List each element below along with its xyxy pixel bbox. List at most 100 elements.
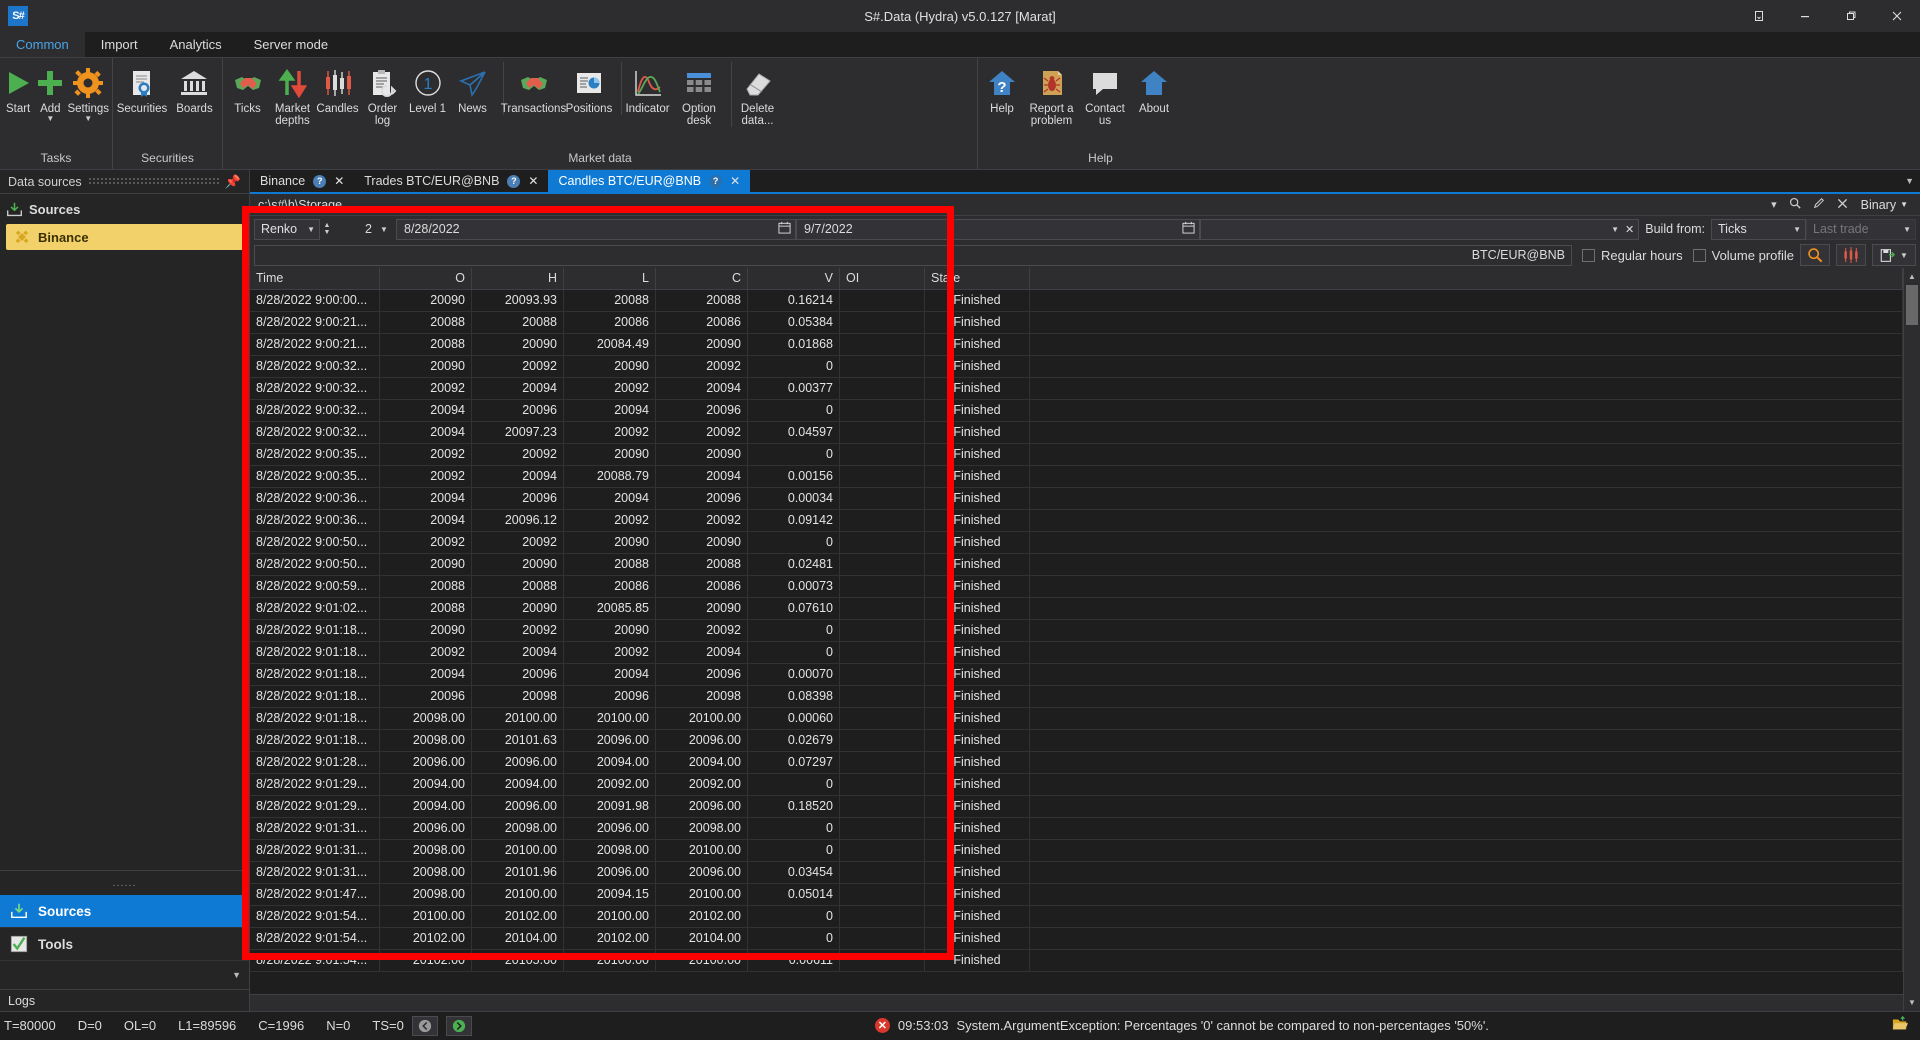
build-field-select[interactable]: Last trade ▼ — [1806, 219, 1916, 240]
next-button[interactable] — [446, 1016, 472, 1036]
ribbon-button-help[interactable]: ? Help — [980, 62, 1024, 115]
ribbon-button-delete-data[interactable]: Delete data... — [731, 62, 783, 127]
maximize-button[interactable] — [1828, 0, 1874, 32]
close-button[interactable] — [1874, 0, 1920, 32]
panel-splitter[interactable]: ...... — [0, 870, 249, 895]
column-header-low[interactable]: L — [564, 268, 656, 289]
table-row[interactable]: 8/28/2022 9:00:59...20088200882008620086… — [250, 576, 1903, 598]
table-row[interactable]: 8/28/2022 9:00:35...20092200922009020090… — [250, 444, 1903, 466]
build-from-select[interactable]: Ticks ▼ — [1711, 219, 1806, 240]
calendar-icon[interactable] — [1182, 221, 1195, 237]
ribbon-button-securities[interactable]: Securities — [115, 62, 169, 115]
table-row[interactable]: 8/28/2022 9:00:32...20094200962009420096… — [250, 400, 1903, 422]
ribbon-button-news[interactable]: News — [450, 62, 495, 115]
scroll-down-icon[interactable]: ▼ — [1904, 994, 1920, 1011]
horizontal-scrollbar[interactable] — [250, 994, 1903, 1011]
show-candles-button[interactable] — [1836, 244, 1866, 266]
ribbon-button-level-1[interactable]: 1 Level 1 — [405, 62, 450, 115]
scrollbar-track[interactable] — [1904, 285, 1920, 994]
ribbon-button-contact-us[interactable]: Contact us — [1079, 62, 1131, 127]
security-select[interactable]: ▼ ✕ — [1200, 219, 1639, 240]
close-icon[interactable]: ✕ — [528, 174, 538, 188]
column-header-high[interactable]: H — [472, 268, 564, 289]
table-row[interactable]: 8/28/2022 9:01:18...20090200922009020092… — [250, 620, 1903, 642]
table-row[interactable]: 8/28/2022 9:01:18...20098.0020100.002010… — [250, 708, 1903, 730]
search-icon[interactable] — [1786, 197, 1804, 212]
table-row[interactable]: 8/28/2022 9:01:47...20098.0020100.002009… — [250, 884, 1903, 906]
chevron-down-icon[interactable]: ▼ — [1900, 251, 1908, 260]
table-row[interactable]: 8/28/2022 9:00:00...2009020093.932008820… — [250, 290, 1903, 312]
calendar-icon[interactable] — [778, 221, 791, 237]
volume-profile-checkbox[interactable] — [1693, 249, 1706, 262]
table-row[interactable]: 8/28/2022 9:01:54...20102.0020104.002010… — [250, 928, 1903, 950]
table-row[interactable]: 8/28/2022 9:00:36...2009420096.122009220… — [250, 510, 1903, 532]
open-logs-button[interactable] — [1892, 1016, 1920, 1035]
close-icon[interactable] — [1834, 198, 1851, 212]
storage-path-value[interactable]: c:\s#\h\Storage — [258, 198, 342, 212]
tree-root-sources[interactable]: Sources — [0, 198, 249, 221]
ribbon-button-positions[interactable]: Positions — [563, 62, 615, 115]
pin-icon[interactable]: 📌 — [225, 174, 241, 190]
table-row[interactable]: 8/28/2022 9:01:31...20096.0020098.002009… — [250, 818, 1903, 840]
close-icon[interactable]: ✕ — [730, 174, 740, 188]
column-header-volume[interactable]: V — [748, 268, 840, 289]
minimize-button[interactable] — [1782, 0, 1828, 32]
table-row[interactable]: 8/28/2022 9:00:32...20092200942009220094… — [250, 378, 1903, 400]
ribbon-tab-import[interactable]: Import — [85, 33, 154, 57]
help-icon[interactable]: ? — [507, 175, 520, 188]
table-row[interactable]: 8/28/2022 9:01:29...20094.0020096.002009… — [250, 796, 1903, 818]
date-from-field[interactable]: 8/28/2022 — [396, 219, 796, 240]
document-tab-candles[interactable]: Candles BTC/EUR@BNB ? ✕ — [548, 170, 750, 192]
ribbon-button-ticks[interactable]: Ticks — [225, 62, 270, 115]
table-row[interactable]: 8/28/2022 9:01:28...20096.0020096.002009… — [250, 752, 1903, 774]
table-row[interactable]: 8/28/2022 9:00:36...20094200962009420096… — [250, 488, 1903, 510]
ribbon-button-transactions[interactable]: Transactions — [503, 62, 563, 115]
regular-hours-checkbox[interactable] — [1582, 249, 1595, 262]
close-icon[interactable]: ✕ — [334, 174, 344, 188]
clear-security-icon[interactable]: ✕ — [1625, 223, 1634, 236]
column-header-close[interactable]: C — [656, 268, 748, 289]
column-header-oi[interactable]: OI — [840, 268, 925, 289]
table-row[interactable]: 8/28/2022 9:00:50...20092200922009020090… — [250, 532, 1903, 554]
table-row[interactable]: 8/28/2022 9:01:54...20100.0020102.002010… — [250, 906, 1903, 928]
stepper-up-icon[interactable]: ▲ — [324, 222, 331, 229]
ribbon-button-add[interactable]: Add ▼ — [34, 62, 66, 122]
prev-button[interactable] — [412, 1016, 438, 1036]
ribbon-button-order-log[interactable]: Order log — [360, 62, 405, 127]
chevron-down-icon[interactable]: ▾ — [1768, 198, 1780, 211]
document-tab-binance[interactable]: Binance ? ✕ — [250, 170, 354, 192]
ribbon-button-settings[interactable]: Settings ▼ — [66, 62, 110, 122]
table-row[interactable]: 8/28/2022 9:01:18...20094200962009420096… — [250, 664, 1903, 686]
table-row[interactable]: 8/28/2022 9:01:18...20098.0020101.632009… — [250, 730, 1903, 752]
ribbon-button-start[interactable]: Start — [2, 62, 34, 115]
column-header-time[interactable]: Time — [250, 268, 380, 289]
ribbon-button-boards[interactable]: Boards — [169, 62, 220, 115]
ribbon-button-indicator[interactable]: Indicator — [621, 62, 673, 115]
nav-item-sources[interactable]: Sources — [0, 895, 249, 928]
vertical-scrollbar[interactable]: ▲ ▼ — [1903, 268, 1920, 1011]
candle-arg-unit-select[interactable]: ▼ — [374, 219, 396, 240]
document-tab-trades[interactable]: Trades BTC/EUR@BNB ? ✕ — [354, 170, 548, 192]
chevron-down-icon[interactable]: ▼ — [46, 115, 54, 122]
table-row[interactable]: 8/28/2022 9:01:02...200882009020085.8520… — [250, 598, 1903, 620]
storage-format-select[interactable]: Binary ▼ — [1857, 198, 1912, 212]
scrollbar-thumb[interactable] — [1906, 285, 1918, 325]
search-button[interactable] — [1800, 244, 1830, 266]
candle-arg-stepper[interactable]: ▲ ▼ — [320, 219, 334, 240]
table-row[interactable]: 8/28/2022 9:01:54...20102.0020105.602010… — [250, 950, 1903, 972]
document-tabs-overflow[interactable]: ▼ — [1905, 170, 1920, 192]
table-row[interactable]: 8/28/2022 9:00:35...200922009420088.7920… — [250, 466, 1903, 488]
export-button[interactable]: ▼ — [1872, 244, 1916, 266]
ribbon-button-market-depths[interactable]: Market depths — [270, 62, 315, 127]
scroll-up-icon[interactable]: ▲ — [1904, 268, 1920, 285]
ribbon-tab-server-mode[interactable]: Server mode — [238, 33, 344, 57]
table-row[interactable]: 8/28/2022 9:01:31...20098.0020100.002009… — [250, 840, 1903, 862]
ribbon-tab-analytics[interactable]: Analytics — [154, 33, 238, 57]
table-row[interactable]: 8/28/2022 9:00:32...20090200922009020092… — [250, 356, 1903, 378]
edit-icon[interactable] — [1810, 197, 1828, 212]
tree-item-binance[interactable]: Binance — [6, 224, 243, 250]
candle-arg-value[interactable]: 2 — [334, 219, 374, 240]
ribbon-button-report-problem[interactable]: Report a problem — [1024, 62, 1079, 127]
ribbon-button-about[interactable]: About — [1131, 62, 1177, 115]
table-row[interactable]: 8/28/2022 9:00:50...20090200902008820088… — [250, 554, 1903, 576]
